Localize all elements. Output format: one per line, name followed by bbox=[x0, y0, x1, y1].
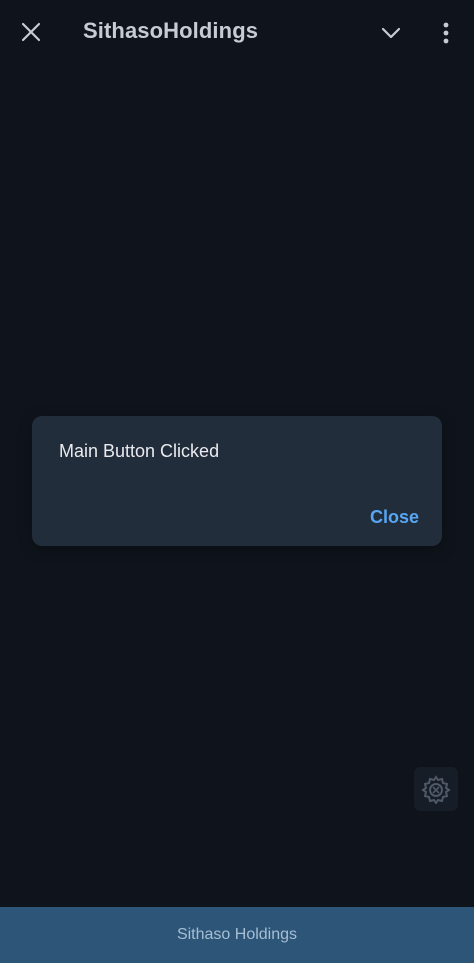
more-vertical-icon bbox=[443, 22, 449, 44]
footer-text: Sithaso Holdings bbox=[176, 926, 298, 943]
alert-dialog: Main Button Clicked Close bbox=[32, 416, 442, 546]
settings-button[interactable] bbox=[414, 767, 458, 811]
app-title: SithasoHoldings bbox=[83, 18, 259, 43]
settings-gear-icon bbox=[421, 775, 451, 804]
footer-bar: Sithaso Holdings bbox=[0, 907, 474, 963]
close-icon bbox=[21, 22, 41, 42]
dropdown-button[interactable] bbox=[374, 16, 408, 50]
dialog-message: Main Button Clicked bbox=[59, 441, 220, 461]
close-button[interactable] bbox=[15, 16, 47, 48]
chevron-down-icon bbox=[381, 27, 401, 39]
more-options-button[interactable] bbox=[430, 16, 462, 50]
dialog-close-button[interactable]: Close bbox=[370, 507, 419, 528]
top-app-bar: SithasoHoldings bbox=[0, 0, 474, 64]
